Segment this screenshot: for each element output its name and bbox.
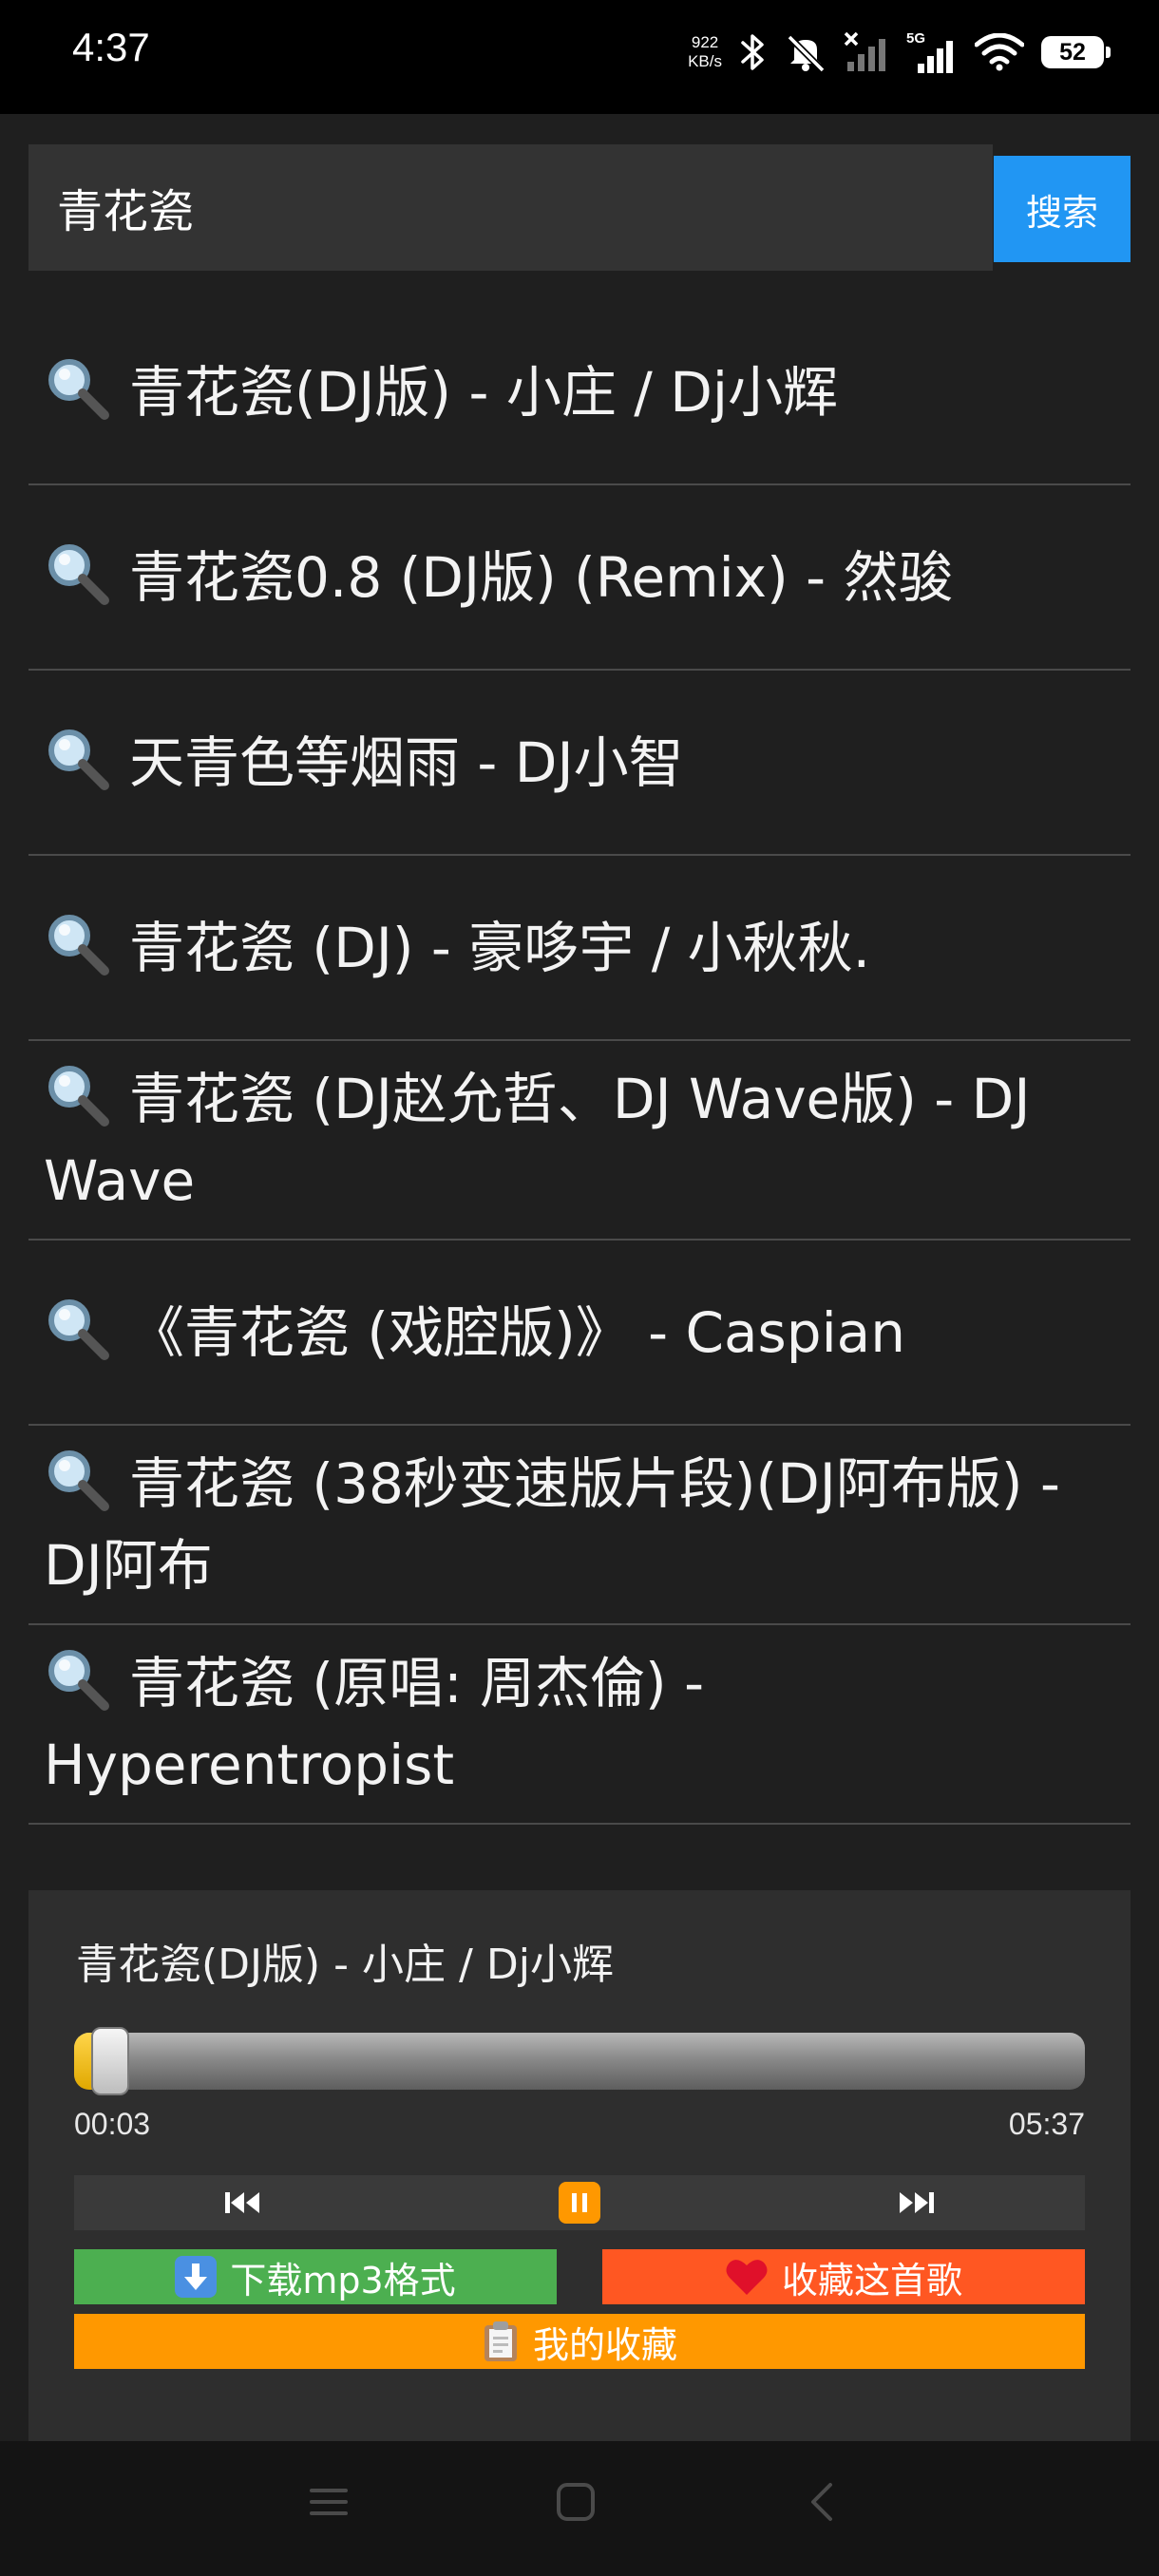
result-text: 青花瓷0.8 (DJ版) (Remix) - 然骏 xyxy=(129,544,954,610)
favorite-button[interactable]: 收藏这首歌 xyxy=(602,2249,1085,2304)
download-label: 下载mp3格式 xyxy=(230,2259,456,2301)
result-text: 青花瓷 (DJ赵允哲、DJ Wave版) - DJ Wave xyxy=(44,1067,1031,1213)
search-box xyxy=(28,144,993,271)
progress-track xyxy=(74,2033,1085,2090)
result-text: 青花瓷 (DJ) - 豪哆宇 / 小秋秋. xyxy=(129,915,871,980)
skip-next-icon xyxy=(899,2192,934,2213)
magnifier-icon xyxy=(48,1450,109,1511)
net-speed: 922 KB/s xyxy=(688,33,722,71)
result-item[interactable]: 青花瓷0.8 (DJ版) (Remix) - 然骏 xyxy=(28,485,1130,671)
result-item[interactable]: 青花瓷 (DJ赵允哲、DJ Wave版) - DJ Wave xyxy=(28,1041,1130,1241)
back-icon xyxy=(811,2483,832,2521)
status-time: 4:37 xyxy=(72,25,150,69)
result-text: 青花瓷 (原唱: 周杰倫) - Hyperentropist xyxy=(44,1651,705,1797)
magnifier-icon xyxy=(48,1650,109,1711)
result-item[interactable]: 青花瓷 (DJ) - 豪哆宇 / 小秋秋. xyxy=(28,856,1130,1041)
prev-button[interactable] xyxy=(74,2175,411,2230)
battery-level: 52 xyxy=(1059,38,1086,66)
playback-controls xyxy=(74,2175,1085,2230)
result-item[interactable]: 《青花瓷 (戏腔版)》 - Caspian xyxy=(28,1241,1130,1426)
time-row: 00:03 05:37 xyxy=(74,2107,1085,2142)
progress-thumb[interactable] xyxy=(90,2027,129,2095)
bluetooth-icon xyxy=(739,32,768,72)
result-text: 《青花瓷 (戏腔版)》 - Caspian xyxy=(129,1299,905,1365)
current-time: 00:03 xyxy=(74,2107,151,2141)
magnifier-icon xyxy=(48,1298,109,1360)
search-results-list: 青花瓷(DJ版) - 小庄 / Dj小辉 青花瓷0.8 (DJ版) (Remix… xyxy=(28,300,1130,1825)
skip-previous-icon xyxy=(225,2192,260,2213)
result-text: 青花瓷 (38秒变速版片段)(DJ阿布版) - DJ阿布 xyxy=(44,1451,1060,1598)
my-favorites-button[interactable]: 我的收藏 xyxy=(74,2314,1085,2369)
search-button[interactable]: 搜索 xyxy=(994,156,1130,262)
pause-icon xyxy=(559,2182,600,2224)
status-bar: 4:37 922 KB/s 5G 52 xyxy=(0,0,1159,114)
back-button[interactable] xyxy=(800,2479,846,2529)
net-speed-value: 922 xyxy=(691,33,719,51)
system-nav-bar xyxy=(0,2441,1159,2576)
net-speed-unit: KB/s xyxy=(688,52,722,70)
menu-button[interactable] xyxy=(306,2479,352,2529)
progress-slider[interactable] xyxy=(74,2027,1085,2095)
magnifier-icon xyxy=(48,914,109,975)
now-playing-title: 青花瓷(DJ版) - 小庄 / Dj小辉 xyxy=(76,1941,614,1989)
network-type: 5G xyxy=(906,30,925,47)
result-item[interactable]: 青花瓷(DJ版) - 小庄 / Dj小辉 xyxy=(28,300,1130,485)
music-player: 青花瓷(DJ版) - 小庄 / Dj小辉 00:03 05:37 下载mp3格式… xyxy=(28,1890,1130,2441)
mute-icon xyxy=(785,31,826,73)
clipboard-icon xyxy=(484,2321,517,2361)
magnifier-icon xyxy=(48,1066,109,1127)
app-screen: 4:37 922 KB/s 5G 52 青花瓷 搜索 青花瓷(DJ版) - 小庄… xyxy=(0,0,1159,2576)
result-text: 天青色等烟雨 - DJ小智 xyxy=(129,729,684,795)
status-icons: 922 KB/s 5G 52 xyxy=(688,23,1111,82)
download-arrow-icon xyxy=(175,2256,218,2298)
magnifier-icon xyxy=(48,729,109,790)
total-time: 05:37 xyxy=(1008,2107,1085,2141)
magnifier-icon xyxy=(48,543,109,605)
pause-button[interactable] xyxy=(411,2175,749,2230)
heart-icon xyxy=(726,2260,768,2295)
result-item[interactable]: 青花瓷 (原唱: 周杰倫) - Hyperentropist xyxy=(28,1625,1130,1825)
home-button[interactable] xyxy=(553,2479,598,2529)
magnifier-icon xyxy=(48,358,109,420)
my-favorites-label: 我的收藏 xyxy=(532,2323,677,2366)
signal-icon: 5G xyxy=(904,29,958,75)
wifi-icon xyxy=(975,33,1024,71)
no-signal-icon xyxy=(844,31,887,73)
menu-icon xyxy=(310,2489,348,2515)
next-button[interactable] xyxy=(748,2175,1085,2230)
search-input[interactable] xyxy=(57,169,969,245)
result-item[interactable]: 青花瓷 (38秒变速版片段)(DJ阿布版) - DJ阿布 xyxy=(28,1426,1130,1625)
home-icon xyxy=(557,2483,595,2521)
download-button[interactable]: 下载mp3格式 xyxy=(74,2249,557,2304)
favorite-label: 收藏这首歌 xyxy=(781,2259,962,2301)
action-row: 下载mp3格式 收藏这首歌 xyxy=(74,2249,1085,2304)
result-item[interactable]: 天青色等烟雨 - DJ小智 xyxy=(28,671,1130,856)
result-text: 青花瓷(DJ版) - 小庄 / Dj小辉 xyxy=(129,359,839,425)
search-bar: 搜索 xyxy=(28,144,1130,271)
battery-icon: 52 xyxy=(1041,36,1111,68)
